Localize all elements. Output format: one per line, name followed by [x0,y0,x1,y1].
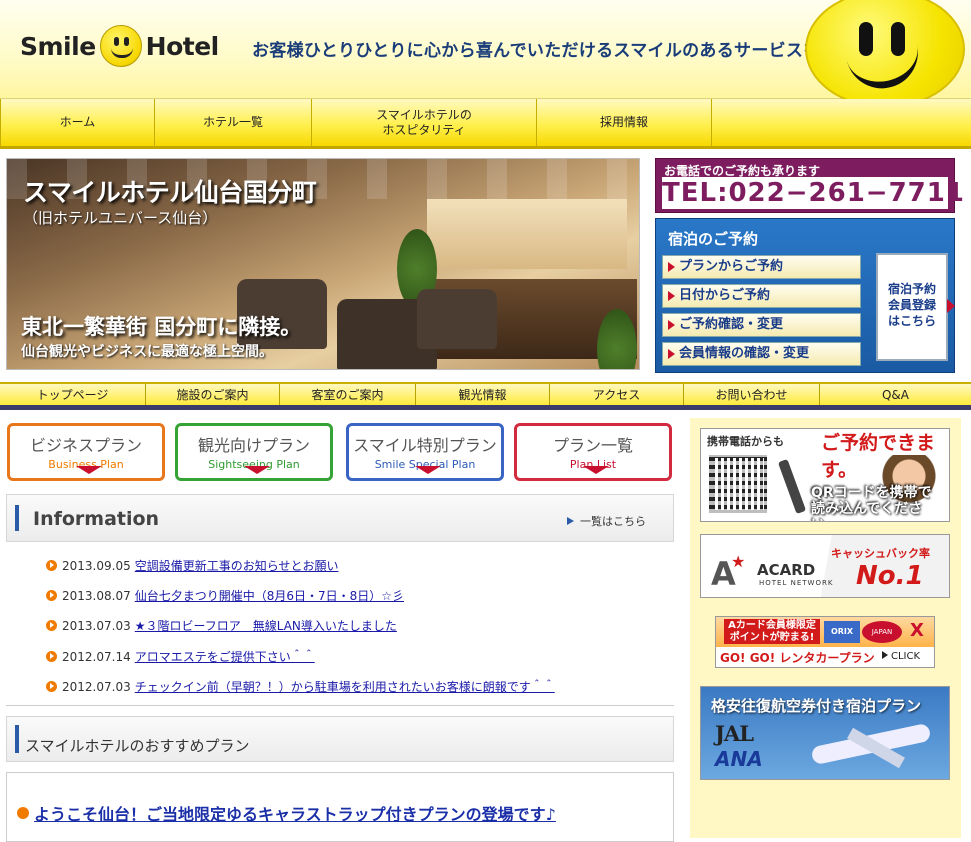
news-date: 2013.08.07 [62,588,131,603]
bullet-arrow-icon [46,560,57,571]
nav2-rooms[interactable]: 客室のご案内 [280,384,416,405]
x-logo-icon: X [910,620,924,641]
star-icon: ★ [731,552,746,571]
business-plan-jp: ビジネスプラン [29,436,142,455]
nav-hotel-list[interactable]: ホテル一覧 [155,99,312,146]
nav-empty [712,99,971,146]
hero-title: スマイルホテル仙台国分町 [23,178,317,207]
plan-list-jp: プラン一覧 [552,436,633,455]
rental-banner-text: GO! GO! レンタカープラン [720,651,875,665]
divider [6,705,674,706]
qr-instruction: QRコードを携帯で 読み込んでください。 [811,485,932,521]
rental-badge: Aカード会員様限定 ポイントが貯まる! [724,619,820,644]
logo-word-hotel: Hotel [145,31,220,61]
site-tagline: お客様ひとりひとりに心から喜んでいただけるスマイルのあるサービスを。 [252,41,838,61]
flight-plan-banner[interactable]: 格安往復航空券付き宿泊プラン JAL ANA [700,686,950,780]
rental-car-banner[interactable]: Aカード会員様限定 ポイントが貯まる! ORIX JAPAN X GO! GO!… [715,616,935,668]
acard-cashback: キャッシュバック率 [831,547,930,560]
news-item: 2012.07.14 アロマエステをご提供下さい＾＾ [46,648,315,665]
reserve-by-date-button[interactable]: 日付からご予約 [662,284,861,308]
member-info-button[interactable]: 会員情報の確認・変更 [662,342,861,366]
bullet-arrow-icon [46,651,57,662]
nav2-faq[interactable]: Q&A [820,384,971,405]
acard-brand: ACARD [757,561,816,579]
reserve-by-plan-button[interactable]: プランからご予約 [662,255,861,279]
phone-box: お電話でのご予約も承ります TEL:022−261−7711 [655,158,965,213]
smiley-mascot-icon [805,0,965,108]
flight-plan-title: 格安往復航空券付き宿泊プラン [711,697,922,715]
nav2-facilities[interactable]: 施設のご案内 [146,384,280,405]
hero-catch: 東北一繁華街 国分町に隣接。 [21,315,302,339]
sightseeing-plan-button[interactable]: 観光向けプラン Sightseeing Plan [175,423,333,481]
bullet-arrow-icon [46,590,57,601]
news-link[interactable]: 空調設備更新工事のお知らせとお願い [135,557,339,574]
logo-word-smile: Smile [20,31,96,61]
jal-logo: JAL [715,721,754,746]
recommend-plan-link[interactable]: ようこそ仙台！ご当地限定ゆるキャラストラップ付きプランの登場です♪ [17,801,556,825]
nav2-contact[interactable]: お問い合わせ [684,384,820,405]
main-nav: ホーム ホテル一覧 スマイルホテルの ホスピタリティ 採用情報 [0,99,971,149]
right-sidebar: 携帯電話からも ご予約できます。 QRコードを携帯で 読み込んでください。 A … [690,418,961,838]
special-plan-button[interactable]: スマイル特別プラン Smile Special Plan [346,423,504,481]
site-header: Smile Hotel お客様ひとりひとりに心から喜んでいただけるスマイルのある… [0,0,971,108]
news-link[interactable]: アロマエステをご提供下さい＾＾ [135,648,315,665]
orix-logo-icon: ORIX [824,621,860,643]
site-logo[interactable]: Smile Hotel [20,24,219,68]
bullet-arrow-icon [46,681,57,692]
special-plan-jp: スマイル特別プラン [353,436,497,455]
nav-recruit[interactable]: 採用情報 [537,99,712,146]
news-item: 2013.07.03 ★３階ロビーフロア 無線LAN導入いたしました [46,617,397,634]
news-link[interactable]: 仙台七夕まつり開催中（8月6日・7日・8日）☆彡 [135,587,404,604]
mobile-banner-line1: 携帯電話からも [707,435,784,448]
acard-sub: HOTEL NETWORK [759,579,834,587]
news-link[interactable]: チェックイン前（早朝？！）から駐車場を利用されたいお客様に朗報です＾＾ [135,678,555,695]
news-item: 2012.07.03 チェックイン前（早朝？！）から駐車場を利用されたいお客様に… [46,678,555,695]
hero-subtitle: （旧ホテルユニバース仙台） [23,209,218,227]
news-date: 2013.09.05 [62,558,131,573]
reservation-title: 宿泊のご予約 [668,230,759,248]
news-item: 2013.09.05 空調設備更新工事のお知らせとお願い [46,557,338,574]
recommend-box: ようこそ仙台！ご当地限定ゆるキャラストラップ付きプランの登場です♪ [6,772,674,842]
news-date: 2013.07.03 [62,618,131,633]
recommend-title: スマイルホテルのおすすめプラン [25,737,250,755]
member-register-button[interactable]: 宿泊予約 会員登録 はこちら [876,253,955,361]
smiley-logo-icon [99,25,142,67]
news-date: 2012.07.03 [62,679,131,694]
reservation-check-button[interactable]: ご予約確認・変更 [662,313,861,337]
mobile-reservation-banner[interactable]: 携帯電話からも ご予約できます。 QRコードを携帯で 読み込んでください。 [700,428,950,522]
nav-home[interactable]: ホーム [0,99,155,146]
business-plan-button[interactable]: ビジネスプラン Business Plan [7,423,165,481]
news-date: 2012.07.14 [62,649,131,664]
information-title: Information [33,508,160,530]
sightseeing-plan-jp: 観光向けプラン [197,436,310,455]
nav2-top-page[interactable]: トップページ [0,384,146,405]
arrow-down-icon [76,466,102,474]
japan-rentacar-logo-icon: JAPAN [862,621,902,643]
secondary-nav: トップページ 施設のご案内 客室のご案内 観光情報 アクセス お問い合わせ Q&… [0,382,971,410]
plan-list-button[interactable]: プラン一覧 Plan List [514,423,672,481]
bullet-arrow-icon [46,620,57,631]
hero-photo: スマイルホテル仙台国分町 （旧ホテルユニバース仙台） 東北一繁華街 国分町に隣接… [6,158,640,370]
ana-logo: ANA [715,747,763,771]
arrow-down-icon [244,466,270,474]
acard-banner[interactable]: A ★ ACARD HOTEL NETWORK キャッシュバック率 No.1 [700,534,950,598]
phone-number: TEL:022−261−7711 [662,177,965,209]
nav2-sightseeing[interactable]: 観光情報 [416,384,550,405]
news-item: 2013.08.07 仙台七夕まつり開催中（8月6日・7日・8日）☆彡 [46,587,404,604]
arrow-down-icon [583,466,609,474]
nav2-access[interactable]: アクセス [550,384,684,405]
acard-no1: No.1 [856,561,924,591]
information-header: Information 一覧はこちら [6,494,674,542]
news-link[interactable]: ★３階ロビーフロア 無線LAN導入いたしました [135,617,397,634]
nav-hospitality[interactable]: スマイルホテルの ホスピタリティ [312,99,537,146]
reservation-box: 宿泊のご予約 プランからご予約 日付からご予約 ご予約確認・変更 会員情報の確認… [655,218,955,373]
mobile-phone-icon [777,458,807,515]
recommend-header: スマイルホテルのおすすめプラン [6,716,674,762]
hero-catch-sub: 仙台観光やビジネスに最適な極上空間。 [21,344,273,360]
arrow-down-icon [415,466,441,474]
information-more-link[interactable]: 一覧はこちら [567,513,646,529]
rental-click: CLICK [882,651,920,662]
